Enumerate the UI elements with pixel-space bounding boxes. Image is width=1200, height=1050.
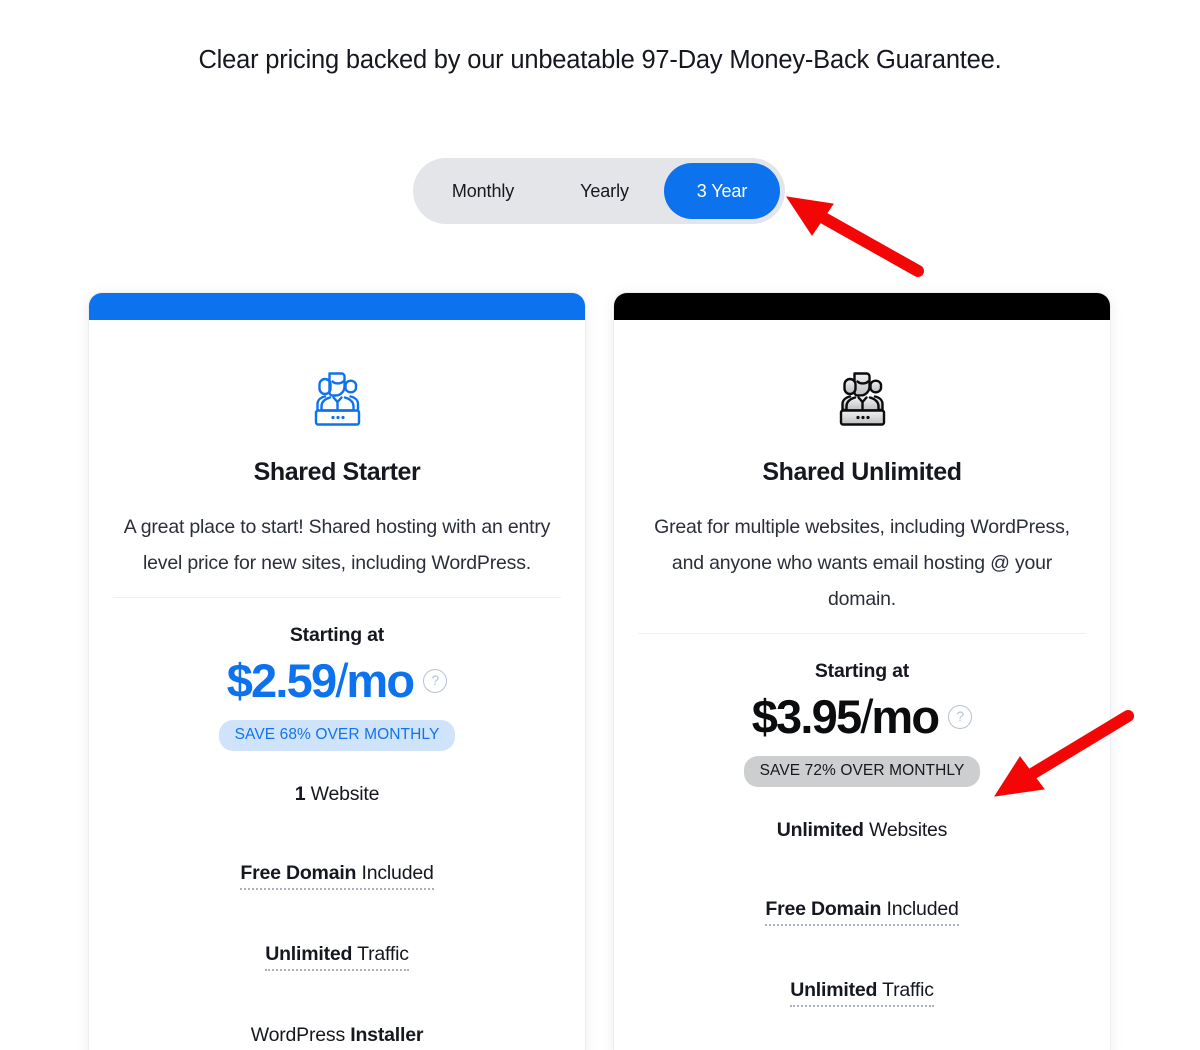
plan-description: Great for multiple websites, including W… <box>654 516 1070 610</box>
feature-rest: Included <box>881 898 959 920</box>
feature-rest: Traffic <box>877 979 934 1001</box>
save-badge: SAVE 68% OVER MONTHLY <box>218 720 456 751</box>
price-slash: / <box>335 654 348 707</box>
save-badge-row: SAVE 72% OVER MONTHLY <box>638 756 1086 787</box>
feature-rest: WordPress <box>250 1024 351 1046</box>
toggle-option-3-year[interactable]: 3 Year <box>664 163 780 219</box>
plan-name: Shared Unlimited <box>762 458 962 486</box>
billing-period-toggle[interactable]: Monthly Yearly 3 Year <box>413 158 785 224</box>
save-badge: SAVE 72% OVER MONTHLY <box>743 756 981 787</box>
question-mark-icon[interactable]: ? <box>948 704 973 729</box>
price-period: mo <box>871 690 940 743</box>
feature-rest: Website <box>305 783 380 805</box>
price-amount: $3.95 <box>751 690 862 743</box>
card-accent-bar <box>614 293 1110 320</box>
card-divider <box>113 597 561 598</box>
feature-item-free-domain[interactable]: Free Domain Included <box>765 898 959 926</box>
plan-name: Shared Starter <box>253 458 421 486</box>
price-row: $2.59/mo ? <box>113 657 561 704</box>
feature-list: 1 Website Free Domain Included Unlimited… <box>113 783 561 1050</box>
question-mark-icon[interactable]: ? <box>423 668 448 693</box>
feature-strong: Installer <box>350 1024 424 1046</box>
starting-at-label: Starting at <box>814 660 910 682</box>
plan-price: $2.59/mo <box>226 654 415 707</box>
feature-item-websites: 1 Website <box>113 783 561 809</box>
plan-description: A great place to start! Shared hosting w… <box>123 516 551 574</box>
feature-strong: 1 <box>294 783 306 805</box>
team-people-icon <box>839 372 886 426</box>
feature-rest: Included <box>356 862 434 884</box>
pricing-page: Clear pricing backed by our unbeatable 9… <box>0 0 1200 1050</box>
page-headline: Clear pricing backed by our unbeatable 9… <box>198 46 1002 74</box>
feature-rest: Traffic <box>352 943 409 965</box>
feature-item-free-domain[interactable]: Free Domain Included <box>240 862 434 890</box>
feature-strong: Free Domain <box>765 898 882 920</box>
feature-strong: Free Domain <box>240 862 357 884</box>
pricing-card-shared-starter[interactable]: Shared Starter A great place to start! S… <box>88 292 586 1050</box>
team-people-icon <box>314 372 361 426</box>
feature-item-websites: Unlimited Websites <box>638 819 1086 845</box>
feature-strong: Unlimited <box>790 979 878 1001</box>
price-row: $3.95/mo ? <box>638 693 1086 740</box>
price-slash: / <box>860 690 873 743</box>
toggle-option-yearly[interactable]: Yearly <box>549 163 661 219</box>
price-period: mo <box>346 654 415 707</box>
arrow-pointing-to-3-year-toggle <box>785 196 924 277</box>
plan-price: $3.95/mo <box>751 690 940 743</box>
feature-item-wordpress-installer: WordPress Installer <box>113 1024 561 1050</box>
pricing-card-shared-unlimited[interactable]: Shared Unlimited Great for multiple webs… <box>613 292 1111 1050</box>
feature-strong: Unlimited <box>265 943 353 965</box>
card-accent-bar <box>89 293 585 320</box>
card-body: Shared Starter A great place to start! S… <box>89 320 585 1050</box>
price-amount: $2.59 <box>226 654 337 707</box>
card-divider <box>638 633 1086 634</box>
starting-at-label: Starting at <box>289 624 385 646</box>
feature-strong: Unlimited <box>776 819 864 841</box>
feature-rest: Websites <box>863 819 948 841</box>
save-badge-row: SAVE 68% OVER MONTHLY <box>113 720 561 751</box>
feature-item-traffic[interactable]: Unlimited Traffic <box>790 979 934 1007</box>
toggle-option-monthly[interactable]: Monthly <box>421 163 545 219</box>
feature-item-traffic[interactable]: Unlimited Traffic <box>265 943 409 971</box>
card-body: Shared Unlimited Great for multiple webs… <box>614 320 1110 1050</box>
feature-list: Unlimited Websites Free Domain Included … <box>638 819 1086 1050</box>
